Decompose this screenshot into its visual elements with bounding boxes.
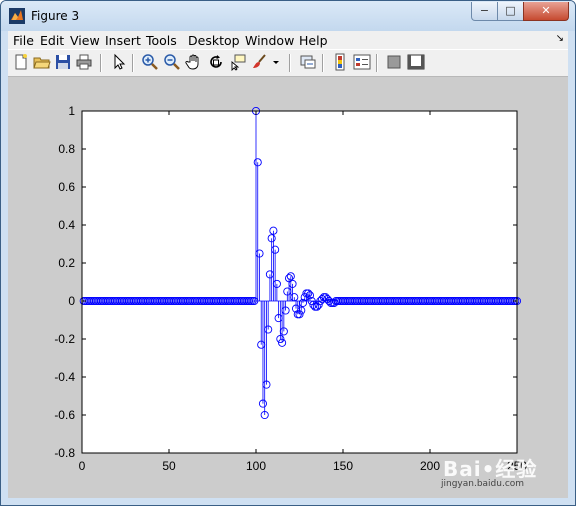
link-plot-icon[interactable]	[299, 53, 317, 71]
x-tick-label: 200	[420, 459, 440, 473]
save-figure-icon[interactable]	[54, 53, 72, 71]
y-tick-label: -0.4	[54, 370, 75, 384]
menu-tools[interactable]: Tools	[146, 33, 177, 48]
edit-plot-icon[interactable]	[110, 53, 128, 71]
print-figure-icon[interactable]	[75, 53, 93, 71]
y-tick-label: 0.4	[58, 218, 75, 232]
y-tick-label: -0.2	[54, 332, 75, 346]
insert-legend-icon[interactable]	[353, 53, 371, 71]
x-tick-label: 100	[246, 459, 266, 473]
figure-window: Figure 3 − □ ✕ File Edit View Insert Too…	[0, 0, 576, 506]
title-bar[interactable]: Figure 3 − □ ✕	[1, 1, 575, 31]
hide-plot-tools-icon[interactable]	[385, 53, 403, 71]
toolbar-separator	[289, 54, 291, 72]
insert-colorbar-icon[interactable]	[331, 53, 349, 71]
open-file-icon[interactable]	[33, 53, 51, 71]
dock-arrow-icon[interactable]: ↘	[556, 33, 564, 44]
menu-help[interactable]: Help	[299, 33, 328, 48]
brush-icon[interactable]	[251, 53, 269, 71]
toolbar-separator	[376, 54, 378, 72]
menu-file[interactable]: File	[13, 33, 34, 48]
minimize-button[interactable]: −	[471, 2, 498, 21]
y-tick-label: -0.6	[54, 408, 75, 422]
menu-edit[interactable]: Edit	[40, 33, 64, 48]
y-tick-label: -0.8	[54, 446, 75, 460]
y-tick-label: 0.8	[58, 142, 75, 156]
rotate-3d-icon[interactable]	[207, 53, 225, 71]
y-tick-label: 1	[68, 104, 75, 118]
brush-dropdown-icon[interactable]	[271, 53, 281, 71]
toolbar-separator	[132, 54, 134, 72]
matlab-logo-icon	[9, 8, 25, 24]
menu-insert[interactable]: Insert	[105, 33, 141, 48]
close-button[interactable]: ✕	[523, 2, 569, 21]
y-tick-label: 0.2	[58, 256, 75, 270]
stem-plot[interactable]: 0 50 100 150 200 250-0.8-0.6-0.4-0.200.20.40.…	[8, 77, 568, 498]
pan-icon[interactable]	[185, 53, 203, 71]
watermark: Bai•经验 jingyan.baidu.com	[441, 453, 561, 493]
zoom-in-icon[interactable]	[141, 53, 159, 71]
menu-desktop[interactable]: Desktop	[188, 33, 240, 48]
toolbar-separator	[322, 54, 324, 72]
menu-bar: File Edit View Insert Tools Desktop Wind…	[8, 31, 568, 49]
watermark-url: jingyan.baidu.com	[441, 479, 525, 489]
menu-window[interactable]: Window	[245, 33, 294, 48]
plot-axes-area	[82, 111, 517, 453]
x-tick-label: 50	[162, 459, 176, 473]
maximize-button[interactable]: □	[497, 2, 524, 21]
figure-canvas: 0 50 100 150 200 250 -0.8 -0.6 -0.4 -0.2 0 0.2 0.4 0.…	[8, 77, 568, 498]
toolbar-separator	[100, 54, 102, 72]
watermark-logo: Bai•经验	[443, 457, 538, 481]
new-figure-icon[interactable]	[12, 53, 30, 71]
menu-view[interactable]: View	[70, 33, 100, 48]
data-cursor-icon[interactable]	[229, 53, 247, 71]
zoom-out-icon[interactable]	[163, 53, 181, 71]
x-tick-label: 150	[333, 459, 353, 473]
x-tick-label: 0	[79, 459, 86, 473]
y-tick-label: 0	[68, 294, 75, 308]
show-plot-tools-icon[interactable]	[407, 53, 425, 71]
window-title: Figure 3	[31, 9, 80, 23]
figure-toolbar	[8, 49, 568, 77]
y-tick-label: 0.6	[58, 180, 75, 194]
